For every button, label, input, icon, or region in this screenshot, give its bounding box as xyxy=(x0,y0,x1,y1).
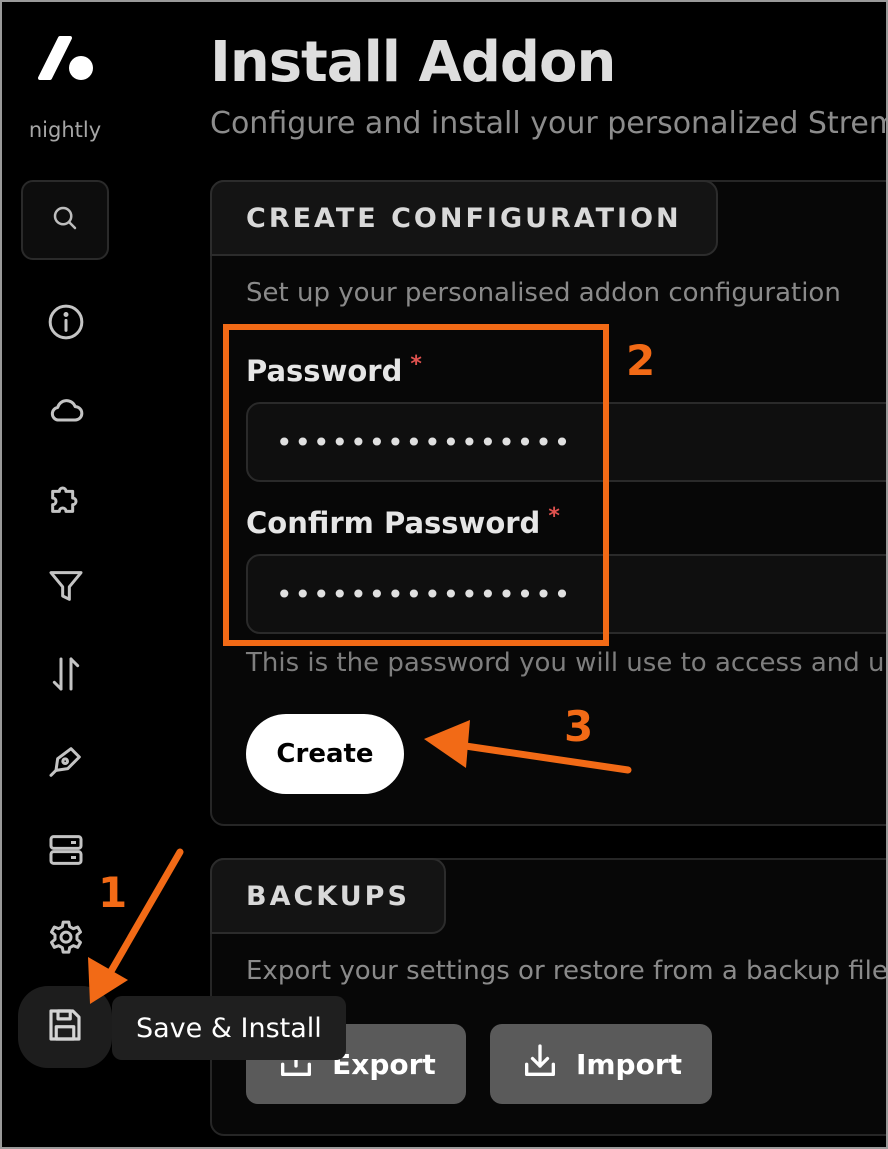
step-number-1: 1 xyxy=(98,868,128,917)
nav-filters[interactable] xyxy=(44,566,88,610)
nav-sorting[interactable] xyxy=(44,654,88,698)
confirm-password-label-text: Confirm Password xyxy=(246,506,541,540)
export-button-label: Export xyxy=(332,1047,436,1081)
backups-tab: BACKUPS xyxy=(210,858,446,934)
import-button-label: Import xyxy=(575,1047,683,1081)
filter-icon xyxy=(46,566,86,610)
import-button[interactable]: Import xyxy=(490,1024,712,1104)
gear-icon xyxy=(46,918,86,962)
brand-label: nightly xyxy=(28,118,102,142)
password-hint: This is the password you will use to acc… xyxy=(246,648,886,678)
app-logo[interactable] xyxy=(34,26,98,90)
nav-proxy[interactable] xyxy=(44,830,88,874)
download-icon xyxy=(520,1041,560,1088)
confirm-password-input[interactable]: •••••••••••••••• xyxy=(246,554,886,634)
info-icon xyxy=(46,302,86,346)
create-configuration-description: Set up your personalised addon configura… xyxy=(246,278,841,308)
confirm-password-label: Confirm Password * xyxy=(246,504,560,540)
save-icon xyxy=(44,1004,86,1050)
cloud-icon xyxy=(46,390,86,434)
nav-formatter[interactable] xyxy=(44,742,88,786)
save-install-button[interactable] xyxy=(18,986,112,1068)
required-marker: * xyxy=(548,504,560,529)
sort-icon xyxy=(46,654,86,698)
puzzle-icon xyxy=(46,478,86,522)
page-title: Install Addon xyxy=(210,30,616,95)
create-button[interactable]: Create xyxy=(246,714,404,794)
app-window: nightly Save & Install Install Addon Con… xyxy=(0,0,888,1149)
required-marker: * xyxy=(410,352,422,377)
password-input[interactable]: •••••••••••••••• xyxy=(246,402,886,482)
search-icon xyxy=(50,203,80,237)
nav-services[interactable] xyxy=(44,390,88,434)
password-label-text: Password xyxy=(246,354,403,388)
nav-about[interactable] xyxy=(44,302,88,346)
backups-description: Export your settings or restore from a b… xyxy=(246,956,888,986)
create-configuration-tab: CREATE CONFIGURATION xyxy=(210,180,718,256)
server-icon xyxy=(46,830,86,874)
nav-settings[interactable] xyxy=(44,918,88,962)
page-subtitle: Configure and install your personalized … xyxy=(210,106,886,141)
step-number-2: 2 xyxy=(626,336,656,385)
password-label: Password * xyxy=(246,352,422,388)
pen-icon xyxy=(46,742,86,786)
search-button[interactable] xyxy=(21,180,109,260)
nav-addons[interactable] xyxy=(44,478,88,522)
step-number-3: 3 xyxy=(564,702,594,751)
create-configuration-card: CREATE CONFIGURATION Set up your persona… xyxy=(210,180,886,826)
save-install-tooltip: Save & Install xyxy=(112,996,346,1060)
